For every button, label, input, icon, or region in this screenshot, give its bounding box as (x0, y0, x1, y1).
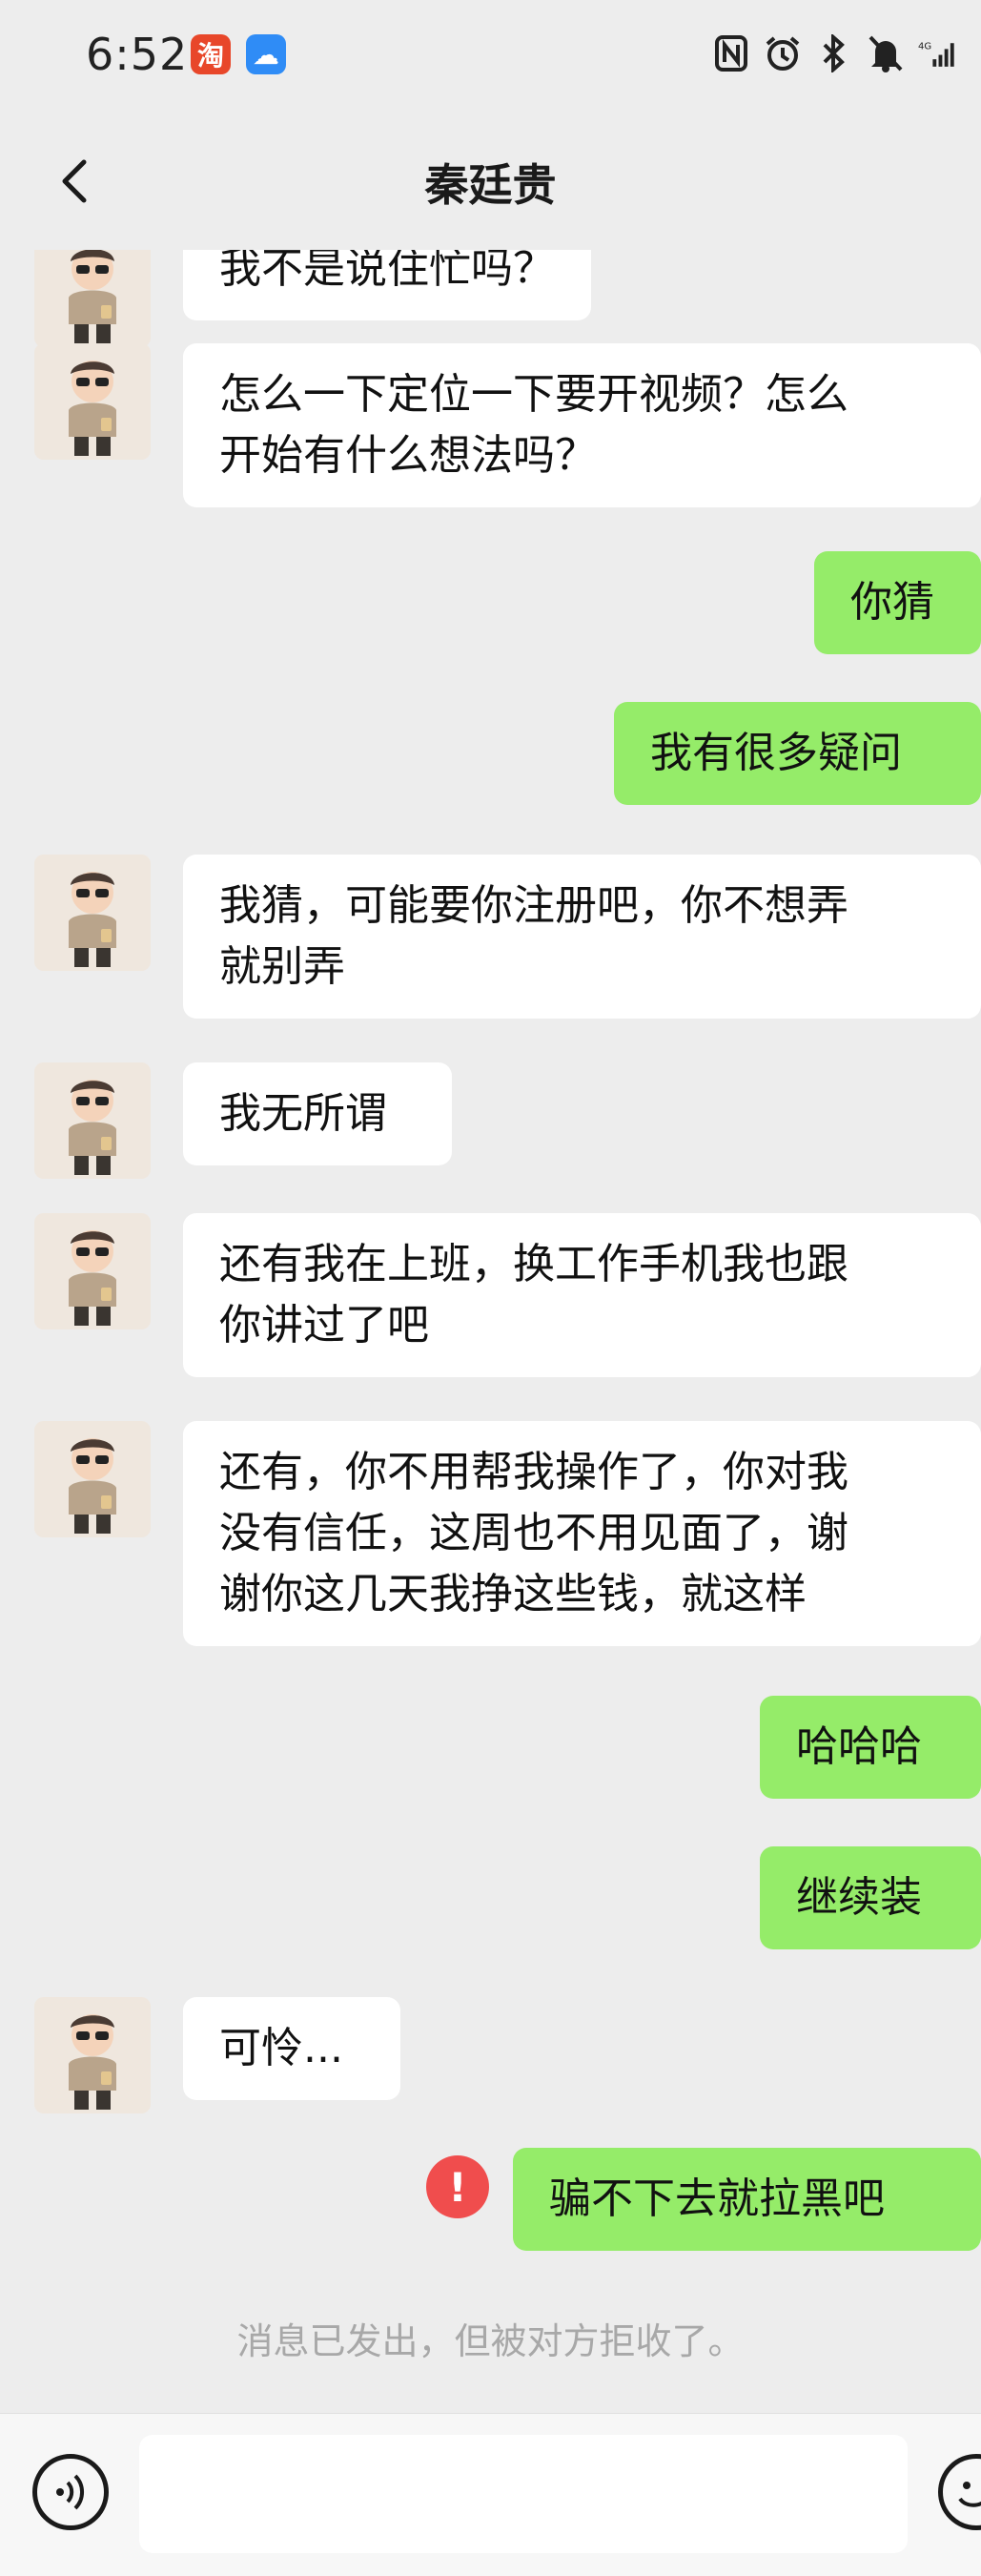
status-bar: 6:52 淘 ☁ 4G (0, 0, 981, 114)
message-text: 哈哈哈 (796, 1722, 922, 1771)
voice-icon[interactable] (32, 2454, 109, 2530)
status-icons: 4G (712, 32, 956, 74)
incoming-message[interactable]: 可怜... (183, 1997, 400, 2100)
message-text: 可怜... (219, 2024, 343, 2072)
rejected-notice: 消息已发出，但被对方拒收了。 (236, 2320, 745, 2362)
contact-avatar[interactable] (34, 1062, 151, 1179)
message-text: 谢你这几天我挣这些钱，就这样 (219, 1570, 807, 1618)
mute-icon (867, 32, 905, 74)
message-text: 开始有什么想法吗？ (219, 431, 597, 480)
send-failed-icon[interactable]: ! (426, 2155, 489, 2218)
message-text: 我不是说住忙吗？ (219, 250, 555, 293)
emoji-icon[interactable] (938, 2454, 981, 2530)
incoming-message[interactable]: 怎么一下定位一下要开视频？怎么 开始有什么想法吗？ (183, 343, 981, 507)
message-text: 你猜 (850, 578, 934, 627)
message-text: 还有我在上班，换工作手机我也跟 (219, 1240, 848, 1288)
incoming-message[interactable]: 还有，你不用帮我操作了，你对我 没有信任，这周也不用见面了，谢 谢你这几天我挣这… (183, 1421, 981, 1646)
contact-avatar[interactable] (34, 855, 151, 971)
outgoing-message[interactable]: 继续装 (760, 1846, 981, 1949)
incoming-message[interactable]: 我猜，可能要你注册吧，你不想弄 就别弄 (183, 855, 981, 1019)
message-text: 我无所谓 (219, 1089, 387, 1138)
contact-avatar[interactable] (34, 343, 151, 460)
incoming-message[interactable]: 我无所谓 (183, 1062, 452, 1165)
cloud-icon: ☁ (246, 34, 286, 74)
nfc-icon (712, 32, 750, 74)
message-text: 我猜，可能要你注册吧，你不想弄 (219, 881, 848, 930)
incoming-message[interactable]: 还有我在上班，换工作手机我也跟 你讲过了吧 (183, 1213, 981, 1377)
message-text: 你讲过了吧 (219, 1301, 429, 1350)
status-time: 6:52 (86, 29, 189, 80)
message-text: 还有，你不用帮我操作了，你对我 (219, 1448, 848, 1496)
chat-header: 秦廷贵 (0, 114, 981, 248)
message-text: 怎么一下定位一下要开视频？怎么 (219, 370, 848, 419)
contact-avatar[interactable] (34, 1213, 151, 1329)
svg-text:4G: 4G (918, 41, 931, 52)
message-text: 就别弄 (219, 942, 345, 991)
message-text: 没有信任，这周也不用见面了，谢 (219, 1509, 848, 1557)
outgoing-message[interactable]: 哈哈哈 (760, 1696, 981, 1799)
message-input[interactable] (139, 2435, 908, 2553)
input-bar (0, 2413, 981, 2576)
bluetooth-icon (815, 32, 853, 74)
contact-avatar[interactable] (34, 250, 151, 347)
outgoing-message[interactable]: 我有很多疑问 (614, 702, 981, 805)
message-text: 继续装 (796, 1873, 922, 1922)
outgoing-message[interactable]: 骗不下去就拉黑吧 (513, 2148, 981, 2251)
message-text: 骗不下去就拉黑吧 (549, 2174, 885, 2223)
signal-4g-icon: 4G (918, 32, 956, 74)
contact-avatar[interactable] (34, 1997, 151, 2113)
outgoing-message[interactable]: 你猜 (814, 551, 981, 654)
taobao-icon: 淘 (191, 34, 231, 74)
message-list[interactable]: 我不是说住忙吗？ 怎么一下定位一下要开视频？怎么 开始有什么想法吗？ 你猜 我有… (0, 250, 981, 2413)
contact-avatar[interactable] (34, 1421, 151, 1537)
alarm-icon (764, 32, 802, 74)
message-text: 我有很多疑问 (650, 729, 902, 777)
chat-title: 秦廷贵 (424, 159, 557, 211)
incoming-message[interactable]: 我不是说住忙吗？ (183, 250, 591, 320)
